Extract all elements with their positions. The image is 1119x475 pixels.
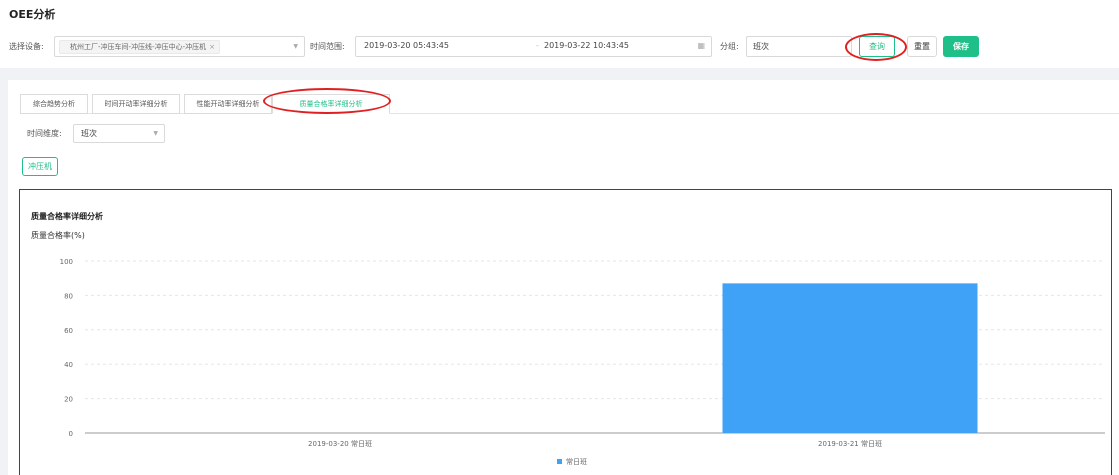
tab-bar: 综合趋势分析 时间开动率详细分析 性能开动率详细分析 质量合格率详细分析 bbox=[20, 94, 1119, 114]
device-label: 选择设备: bbox=[9, 42, 44, 51]
legend-swatch bbox=[557, 459, 562, 464]
save-button[interactable]: 保存 bbox=[943, 36, 979, 57]
group-label-wrap: 分组: bbox=[720, 36, 739, 57]
page-title: OEE分析 bbox=[9, 8, 56, 21]
time-range-picker[interactable]: 2019-03-20 05:43:45 - 2019-03-22 10:43:4… bbox=[355, 36, 712, 57]
reset-button[interactable]: 重置 bbox=[907, 36, 937, 57]
tab-highlight-annotation bbox=[263, 88, 391, 114]
device-select[interactable]: 杭州工厂-冲压车间-冲压线-冲压中心-冲压机 × ▼ bbox=[54, 36, 305, 57]
range-separator: - bbox=[536, 41, 539, 50]
machine-tag[interactable]: 冲压机 bbox=[22, 157, 58, 176]
group-input[interactable]: 班次 bbox=[746, 36, 852, 57]
group-label: 分组: bbox=[720, 42, 739, 51]
end-time-input[interactable]: 2019-03-22 10:43:45 bbox=[544, 41, 629, 50]
legend-label: 常日班 bbox=[566, 457, 587, 466]
y-tick-label: 80 bbox=[64, 292, 73, 300]
x-tick-label: 2019-03-21 常日班 bbox=[818, 439, 882, 448]
tag-close-icon[interactable]: × bbox=[209, 43, 215, 51]
bar bbox=[722, 283, 978, 433]
y-tick-label: 20 bbox=[64, 396, 73, 404]
y-tick-label: 60 bbox=[64, 327, 73, 335]
y-tick-label: 100 bbox=[60, 258, 73, 266]
filter-bar: OEE分析 选择设备: 杭州工厂-冲压车间-冲压线-冲压中心-冲压机 × ▼ 时… bbox=[0, 0, 1119, 68]
dimension-value: 班次 bbox=[81, 129, 97, 138]
start-time-input[interactable]: 2019-03-20 05:43:45 bbox=[364, 41, 449, 50]
chevron-down-icon: ▼ bbox=[293, 43, 298, 50]
y-tick-label: 40 bbox=[64, 361, 73, 369]
x-tick-label: 2019-03-20 常日班 bbox=[308, 439, 372, 448]
y-tick-label: 0 bbox=[69, 430, 73, 438]
tab-performance[interactable]: 性能开动率详细分析 bbox=[184, 94, 272, 114]
device-tag: 杭州工厂-冲压车间-冲压线-冲压中心-冲压机 × bbox=[59, 40, 220, 54]
chart-svg: 0 20 40 60 80 100 2019-03-20 常日班 2019-03-21 常日班… bbox=[60, 258, 1105, 466]
calendar-icon[interactable]: ▦ bbox=[697, 41, 705, 50]
chevron-down-icon: ▼ bbox=[153, 130, 158, 137]
tab-time-availability[interactable]: 时间开动率详细分析 bbox=[92, 94, 180, 114]
device-tag-label: 杭州工厂-冲压车间-冲压线-冲压中心-冲压机 bbox=[70, 43, 207, 51]
time-range-label: 时间范围: bbox=[310, 42, 345, 51]
query-highlight-annotation bbox=[845, 33, 907, 61]
time-label-wrap: 时间范围: bbox=[310, 36, 345, 57]
main-panel: 综合趋势分析 时间开动率详细分析 性能开动率详细分析 质量合格率详细分析 时间维… bbox=[8, 80, 1119, 475]
group-value: 班次 bbox=[753, 42, 769, 51]
dimension-select[interactable]: 班次 ▼ bbox=[73, 124, 165, 143]
device-label-wrap: 选择设备: bbox=[9, 36, 44, 57]
dimension-label: 时间维度: bbox=[27, 129, 62, 138]
chart-container: 质量合格率详细分析 质量合格率(%) 0 20 40 60 80 100 2019-03-2… bbox=[19, 189, 1112, 475]
tab-overall-trend[interactable]: 综合趋势分析 bbox=[20, 94, 88, 114]
